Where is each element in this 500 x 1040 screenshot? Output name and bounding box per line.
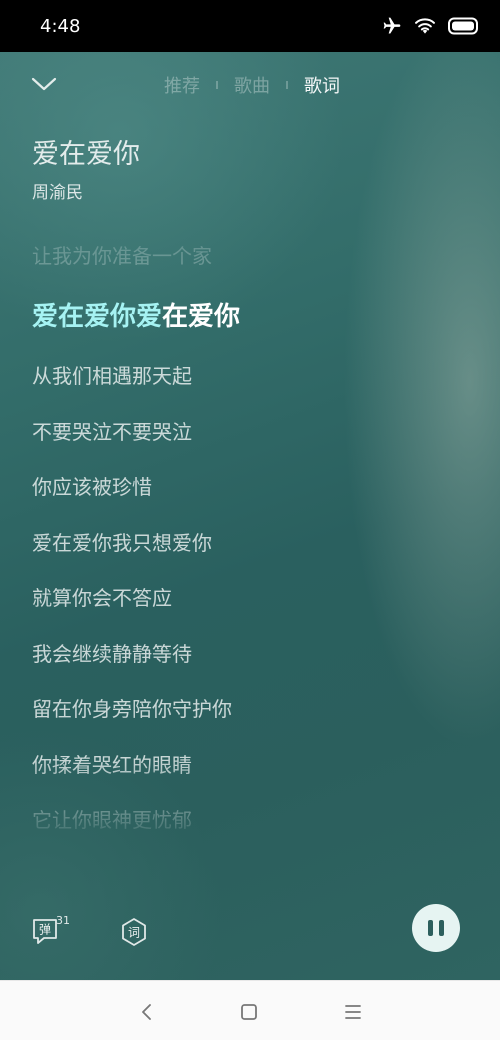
system-nav-bar [0, 980, 500, 1040]
lyric-button[interactable]: 词 [118, 916, 150, 948]
chevron-down-icon[interactable] [30, 72, 58, 96]
tab-bar: 推荐 歌曲 歌词 [164, 72, 340, 98]
lyric-line[interactable]: 不要哭泣不要哭泣 [32, 416, 192, 445]
wifi-icon [415, 18, 435, 34]
status-bar: 4:48 [0, 0, 500, 52]
danmaku-count-badge: 31 [56, 914, 70, 927]
lyric-line[interactable]: 你揉着哭红的眼睛 [32, 749, 192, 778]
lyric-icon-glyph: 词 [128, 926, 140, 940]
status-time: 4:48 [40, 16, 81, 37]
danmaku-icon-glyph: 弹 [39, 923, 51, 937]
lyric-line[interactable]: 爱在爱你我只想爱你 [32, 527, 212, 556]
player-screen: 推荐 歌曲 歌词 爱在爱你 周渝民 让我为你准备一个家 爱在爱你爱在爱你 从我们… [0, 52, 500, 980]
lyric-line-current[interactable]: 爱在爱你爱在爱你 [32, 296, 240, 333]
lyric-line[interactable]: 留在你身旁陪你守护你 [32, 693, 232, 722]
lyric-line[interactable]: 就算你会不答应 [32, 582, 172, 611]
tab-divider [286, 81, 288, 89]
tab-recommend[interactable]: 推荐 [164, 72, 200, 98]
pause-button[interactable] [412, 904, 460, 952]
song-title: 爱在爱你 [32, 139, 140, 170]
pause-icon [439, 920, 444, 936]
pause-icon [428, 920, 433, 936]
lyric-line[interactable]: 它让你眼神更忧郁 [32, 804, 192, 832]
back-icon[interactable] [136, 1001, 158, 1023]
lyric-current-sung: 爱在爱你爱 [32, 302, 163, 332]
menu-icon[interactable] [342, 1001, 364, 1023]
song-artist[interactable]: 周渝民 [32, 178, 83, 203]
lyric-line-past[interactable]: 让我为你准备一个家 [32, 240, 212, 269]
lyrics-panel[interactable]: 让我为你准备一个家 爱在爱你爱在爱你 从我们相遇那天起 不要哭泣不要哭泣 你应该… [32, 222, 472, 832]
lyric-icon: 词 [122, 918, 146, 946]
lyric-line[interactable]: 你应该被珍惜 [32, 471, 152, 500]
tab-song[interactable]: 歌曲 [234, 72, 270, 98]
airplane-icon [383, 17, 401, 34]
lyric-current-rest: 在爱你 [162, 302, 241, 332]
tab-lyrics[interactable]: 歌词 [304, 72, 340, 98]
lyric-line[interactable]: 从我们相遇那天起 [32, 360, 192, 389]
home-icon[interactable] [238, 1001, 260, 1023]
tab-divider [216, 81, 218, 89]
battery-icon [448, 17, 478, 35]
status-icons [382, 14, 480, 38]
lyric-line[interactable]: 我会继续静静等待 [32, 638, 192, 667]
